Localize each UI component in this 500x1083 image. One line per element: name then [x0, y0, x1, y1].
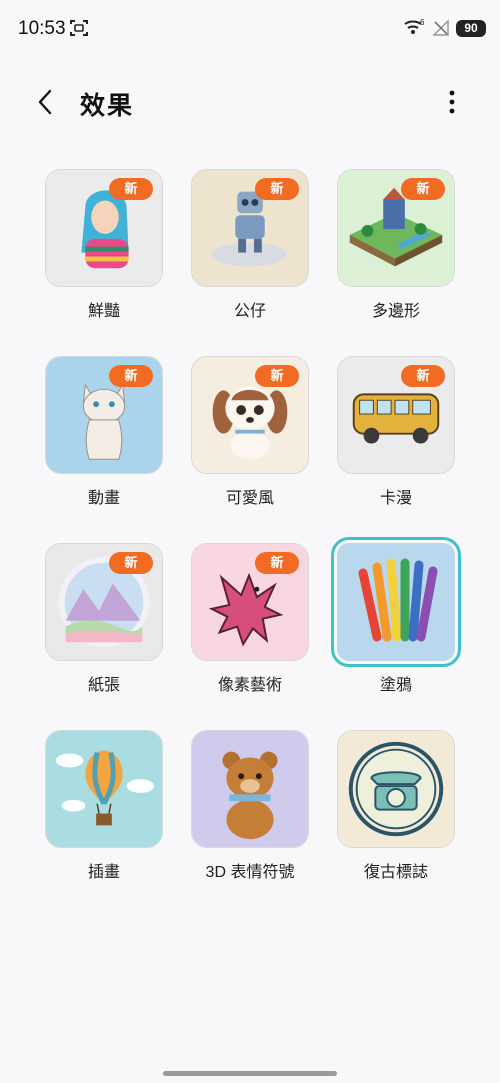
effect-label: 紙張	[87, 677, 120, 694]
effect-thumbnail-selected	[331, 537, 461, 667]
new-badge: 新	[255, 178, 299, 200]
effect-label: 公仔	[233, 303, 266, 320]
effect-label: 復古標誌	[363, 864, 428, 881]
new-badge: 新	[109, 365, 153, 387]
effect-thumbnail	[337, 730, 455, 848]
new-badge: 新	[401, 365, 445, 387]
effect-label: 3D 表情符號	[205, 864, 295, 881]
new-badge: 新	[109, 552, 153, 574]
new-badge: 新	[255, 552, 299, 574]
effect-label: 卡漫	[379, 490, 412, 507]
home-indicator[interactable]	[163, 1071, 337, 1076]
effect-tile-3d-emoji[interactable]: 3D 表情符號	[191, 730, 309, 881]
effect-label: 可愛風	[225, 490, 274, 507]
effect-tile-retro-logo[interactable]: 復古標誌	[337, 730, 455, 881]
effect-label: 像素藝術	[217, 677, 282, 694]
effect-tile-figurine[interactable]: 新 公仔	[191, 169, 309, 320]
effect-tile-anime[interactable]: 新 動畫	[45, 356, 163, 507]
effect-tile-cartoon[interactable]: 新 卡漫	[337, 356, 455, 507]
effect-label: 鮮豔	[87, 303, 120, 320]
effect-thumbnail	[45, 730, 163, 848]
new-badge: 新	[401, 178, 445, 200]
effect-tile-paper[interactable]: 新 紙張	[45, 543, 163, 694]
effect-tile-doodle[interactable]: 塗鴉	[331, 537, 461, 694]
effect-tile-polygon[interactable]: 新 多邊形	[337, 169, 455, 320]
effect-tile-cute[interactable]: 新 可愛風	[191, 356, 309, 507]
effect-label: 多邊形	[371, 303, 420, 320]
effect-label: 動畫	[87, 490, 120, 507]
effect-thumbnail	[191, 730, 309, 848]
effect-label: 塗鴉	[379, 677, 412, 694]
effects-grid: 新 鮮豔 新 公仔 新 多邊形 新 動畫 新 可愛風 新 卡漫 新 紙張 新 像…	[0, 0, 500, 1083]
new-badge: 新	[255, 365, 299, 387]
effect-tile-pixel-art[interactable]: 新 像素藝術	[191, 543, 309, 694]
effect-label: 插畫	[87, 864, 120, 881]
effect-tile-vivid[interactable]: 新 鮮豔	[45, 169, 163, 320]
effect-tile-illustration[interactable]: 插畫	[45, 730, 163, 881]
new-badge: 新	[109, 178, 153, 200]
